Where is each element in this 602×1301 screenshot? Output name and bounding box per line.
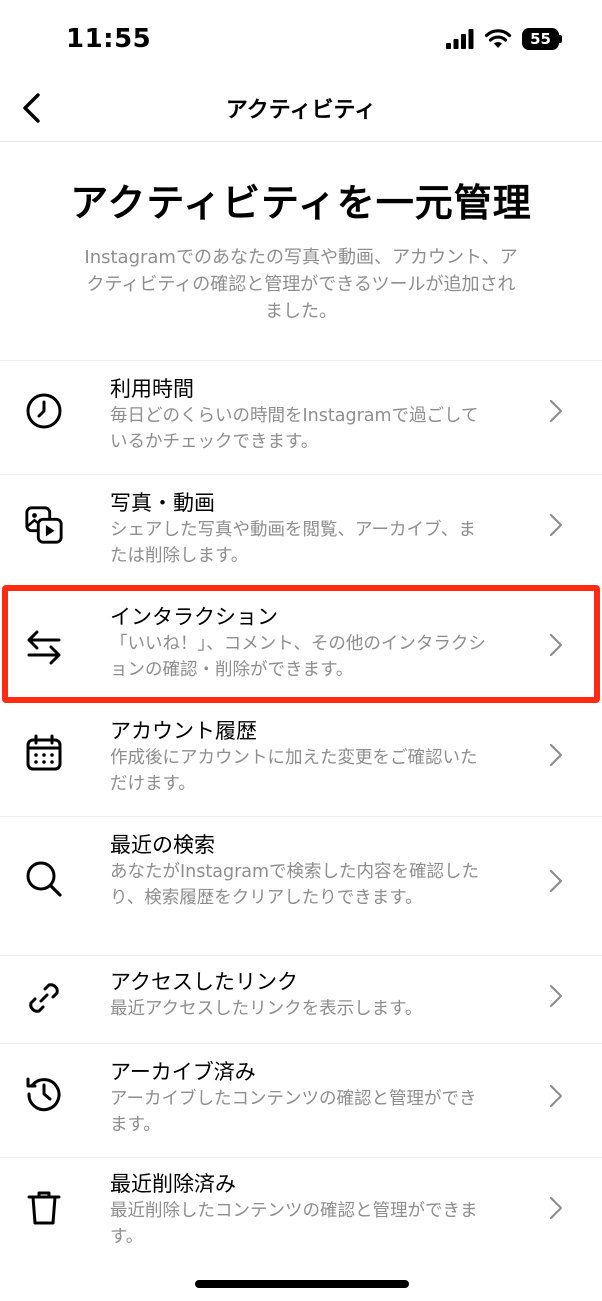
list-item-subtitle: シェアした写真や動画を閲覧、アーカイブ、または削除します。: [110, 520, 476, 566]
list-item-subtitle: 最近削除したコンテンツの確認と管理ができます。: [110, 1201, 478, 1247]
list-item-title: インタラクション: [110, 605, 278, 629]
list-item-account-history[interactable]: アカウント履歴 作成後にアカウントに加えた変更をご確認いただけます。: [0, 703, 602, 817]
chevron-right-icon: [546, 399, 566, 423]
trash-icon: [24, 1188, 64, 1228]
photos-videos-icon: [24, 505, 64, 545]
list-item-photos-videos[interactable]: 写真・動画 シェアした写真や動画を閲覧、アーカイブ、または削除します。: [0, 475, 602, 589]
list-item-title: アクセスしたリンク: [110, 970, 298, 994]
status-time: 11:55: [66, 24, 152, 54]
list-item-title: 利用時間: [110, 377, 194, 401]
wifi-icon: [485, 29, 512, 48]
list-item-text: 利用時間 毎日どのくらいの時間をInstagramで過ごしているかチェックできま…: [110, 375, 490, 455]
page-title: アクティビティ: [225, 98, 377, 123]
list-item-recently-deleted[interactable]: 最近削除済み 最近削除したコンテンツの確認と管理ができます。: [0, 1158, 602, 1268]
list-item-archived[interactable]: アーカイブ済み アーカイブしたコンテンツの確認と管理ができます。: [0, 1044, 602, 1158]
archive-history-icon: [24, 1074, 64, 1114]
list-item-title: 最近の検索: [110, 833, 215, 857]
list-item-title: 写真・動画: [110, 491, 215, 515]
chevron-right-icon: [546, 1196, 566, 1220]
list-item-usage-time[interactable]: 利用時間 毎日どのくらいの時間をInstagramで過ごしているかチェックできま…: [0, 361, 602, 475]
search-icon: [24, 859, 64, 899]
status-bar: 11:55 55: [0, 0, 602, 80]
list-item-title: アカウント履歴: [110, 719, 257, 743]
list-item-visited-links[interactable]: アクセスしたリンク 最近アクセスしたリンクを表示します。: [0, 956, 602, 1044]
clock-icon: [24, 391, 64, 431]
arrows-exchange-icon: [24, 627, 64, 667]
hero-title: アクティビティを一元管理: [70, 181, 532, 225]
calendar-icon: [24, 733, 64, 773]
chevron-right-icon: [546, 984, 566, 1008]
list-item-title: 最近削除済み: [110, 1172, 236, 1196]
list-item-text: 最近の検索 あなたがInstagramで検索した内容を確認したり、検索履歴をクリ…: [110, 831, 490, 911]
list-item-text: 最近削除済み 最近削除したコンテンツの確認と管理ができます。: [110, 1170, 490, 1250]
home-indicator: [195, 1280, 409, 1288]
chevron-right-icon: [546, 633, 566, 657]
list-item-subtitle: 「いいね！」、コメント、その他のインタラクションの確認・削除ができます。: [110, 634, 486, 680]
list-item-text: アーカイブ済み アーカイブしたコンテンツの確認と管理ができます。: [110, 1058, 490, 1138]
list-item-subtitle: あなたがInstagramで検索した内容を確認したり、検索履歴をクリアしたりでき…: [110, 862, 480, 908]
list-item-text: 写真・動画 シェアした写真や動画を閲覧、アーカイブ、または削除します。: [110, 489, 490, 569]
battery-nub: [559, 35, 562, 43]
chevron-right-icon: [546, 869, 566, 893]
list-item-recent-searches[interactable]: 最近の検索 あなたがInstagramで検索した内容を確認したり、検索履歴をクリ…: [0, 817, 602, 956]
signal-icon: [446, 29, 474, 49]
list-item-subtitle: 最近アクセスしたリンクを表示します。: [110, 999, 423, 1019]
list-item-text: インタラクション 「いいね！」、コメント、その他のインタラクションの確認・削除が…: [110, 603, 490, 683]
battery-level: 55: [522, 28, 559, 50]
status-icons: 55: [446, 28, 562, 50]
list-item-subtitle: アーカイブしたコンテンツの確認と管理ができます。: [110, 1089, 477, 1135]
list-item-subtitle: 作成後にアカウントに加えた変更をご確認いただけます。: [110, 748, 478, 794]
chevron-right-icon: [546, 1084, 566, 1108]
list-item-subtitle: 毎日どのくらいの時間をInstagramで過ごしているかチェックできます。: [110, 406, 479, 452]
hero-description: Instagramでのあなたの写真や動画、アカウント、アクティビティの確認と管理…: [84, 247, 518, 322]
list-item-title: アーカイブ済み: [110, 1060, 256, 1084]
list-item-text: アカウント履歴 作成後にアカウントに加えた変更をご確認いただけます。: [110, 717, 490, 797]
nav-bar: アクティビティ: [0, 80, 602, 142]
list-item-text: アクセスしたリンク 最近アクセスしたリンクを表示します。: [110, 968, 490, 1022]
chevron-right-icon: [546, 743, 566, 767]
link-icon: [24, 978, 64, 1018]
activity-list: 利用時間 毎日どのくらいの時間をInstagramで過ごしているかチェックできま…: [0, 360, 602, 1268]
list-item-interactions[interactable]: インタラクション 「いいね！」、コメント、その他のインタラクションの確認・削除が…: [0, 589, 602, 703]
battery-indicator: 55: [522, 28, 562, 50]
chevron-right-icon: [546, 513, 566, 537]
